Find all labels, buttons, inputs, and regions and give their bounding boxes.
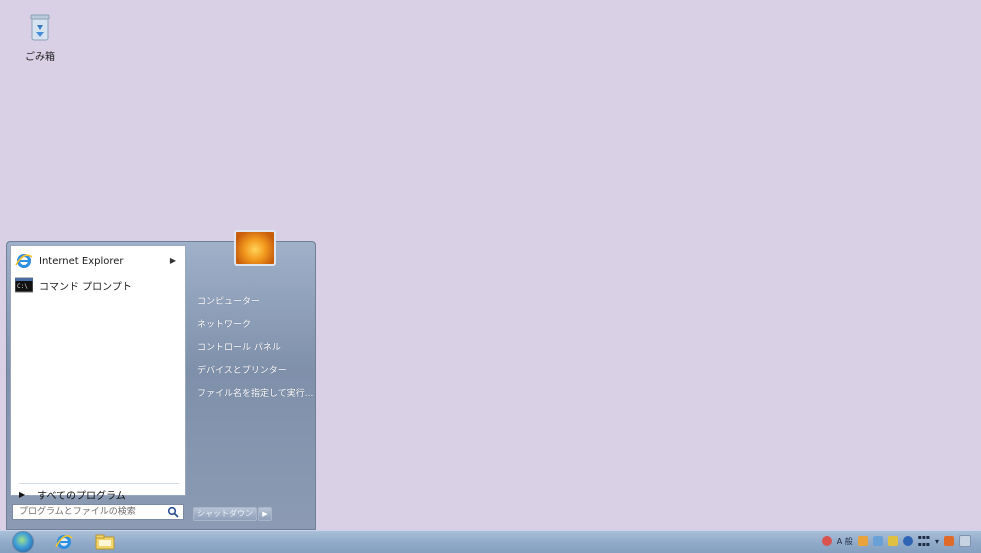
ime-indicator[interactable]: A 般 [837, 536, 853, 547]
tray-app-icon[interactable] [821, 536, 832, 546]
search-icon[interactable] [167, 506, 179, 518]
program-command-prompt[interactable]: C:\ コマンド プロンプト [15, 275, 132, 295]
recycle-bin-desktop-icon[interactable]: ごみ箱 [18, 12, 62, 63]
start-menu: Internet Explorer ▶ C:\ コマンド プロンプト ▶ すべて… [6, 230, 316, 530]
shutdown-options-arrow-icon[interactable]: ▶ [258, 507, 272, 521]
program-internet-explorer[interactable]: Internet Explorer ▶ [15, 251, 181, 271]
folder-icon[interactable] [95, 534, 115, 550]
taskbar: A 般 ▪▪▪ ▪▪▪ ▾ [0, 530, 981, 553]
tray-pen-icon[interactable] [872, 536, 883, 546]
right-item-devices-printers[interactable]: デバイスとプリンター [197, 363, 287, 376]
svg-text:C:\: C:\ [17, 283, 28, 290]
program-label: コマンド プロンプト [39, 281, 132, 293]
right-item-run[interactable]: ファイル名を指定して実行... [197, 386, 313, 399]
recycle-bin-label: ごみ箱 [25, 52, 55, 63]
right-item-control-panel[interactable]: コントロール パネル [197, 340, 281, 353]
system-tray: A 般 ▪▪▪ ▪▪▪ ▾ [821, 534, 971, 548]
tray-arrow-icon[interactable]: ▾ [935, 537, 939, 546]
right-item-network[interactable]: ネットワーク [197, 317, 251, 330]
start-search-input[interactable]: プログラムとファイルの検索 [12, 504, 184, 520]
user-account-picture[interactable] [234, 230, 276, 266]
submenu-arrow-icon[interactable]: ▶ [170, 256, 176, 265]
start-menu-programs-pane: Internet Explorer ▶ C:\ コマンド プロンプト ▶ すべて… [10, 245, 186, 502]
command-prompt-icon: C:\ [15, 277, 33, 293]
recycle-bin-icon [30, 14, 50, 41]
search-placeholder: プログラムとファイルの検索 [19, 507, 136, 517]
tray-speaker-icon[interactable] [944, 536, 954, 546]
tray-help-icon[interactable] [902, 536, 913, 546]
shutdown-button[interactable]: シャットダウン [193, 507, 257, 521]
all-programs-button[interactable]: ▶ すべてのプログラム [19, 487, 126, 502]
program-label: Internet Explorer [39, 255, 124, 267]
internet-explorer-icon[interactable] [55, 533, 73, 551]
tray-input-icon[interactable] [857, 536, 868, 546]
show-desktop-icon[interactable] [959, 535, 971, 547]
programs-divider [19, 483, 179, 484]
right-item-computer[interactable]: コンピューター [197, 294, 260, 307]
expand-arrow-icon: ▶ [19, 490, 26, 499]
all-programs-label: すべてのプログラム [37, 491, 126, 502]
tray-clock[interactable]: ▪▪▪ ▪▪▪ [918, 534, 930, 548]
start-orb-icon[interactable] [12, 531, 34, 553]
internet-explorer-icon [15, 254, 33, 268]
tray-network-icon[interactable] [887, 536, 898, 546]
